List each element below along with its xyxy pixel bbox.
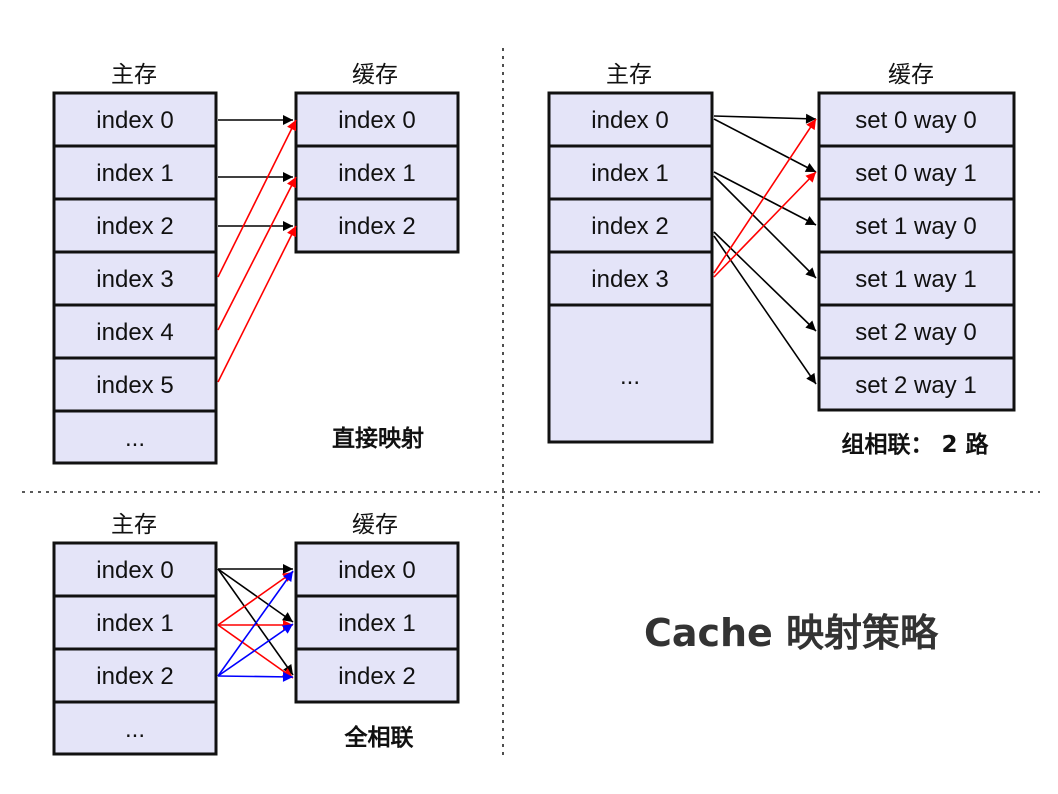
direct-cache-cell-label: index 2: [338, 213, 415, 240]
direct-main-cell-label: index 1: [96, 160, 173, 187]
set-cache-cell-label: set 1 way 0: [855, 213, 976, 240]
set-main-header: 主存: [606, 62, 652, 88]
cache-mapping-diagram: 主存 缓存 index 0 index 1 index 2 index 3 in…: [0, 0, 1058, 794]
direct-main-cell-label: ...: [125, 425, 145, 452]
set-associative-panel: 主存 缓存 index 0 index 1 index 2 index 3 ..…: [547, 62, 1016, 458]
direct-arrows: [217, 115, 297, 383]
direct-cache-cell-label: index 1: [338, 160, 415, 187]
mapping-arrow: [217, 571, 294, 626]
set-cache-cell-label: set 2 way 0: [855, 319, 976, 346]
mapping-arrow: [217, 624, 294, 679]
mapping-arrow: [713, 175, 817, 279]
set-main-cell-label: ...: [620, 363, 640, 390]
fully-cache-cell-label: index 2: [338, 663, 415, 690]
mapping-arrow: [713, 171, 817, 226]
mapping-arrow: [217, 568, 294, 623]
fully-main-cell-label: index 1: [96, 610, 173, 637]
direct-main-cell-label: index 5: [96, 372, 173, 399]
direct-cache-cell-label: index 0: [338, 107, 415, 134]
direct-mapping-label: 直接映射: [332, 425, 424, 452]
set-cache-cell-label: set 0 way 1: [855, 160, 976, 187]
direct-cache-column: index 0 index 1 index 2: [294, 91, 460, 254]
fully-cache-header: 缓存: [352, 512, 398, 538]
set-main-cell-label: index 0: [591, 107, 668, 134]
set-arrows: [713, 113, 817, 385]
set-cache-cell-label: set 2 way 1: [855, 372, 976, 399]
fully-cache-cell-label: index 1: [338, 610, 415, 637]
set-cache-header: 缓存: [888, 62, 934, 88]
set-associative-label: 组相联： 2 路: [841, 431, 989, 458]
fully-associative-label: 全相联: [344, 724, 414, 751]
direct-main-header: 主存: [111, 62, 157, 88]
diagram-title: Cache 映射策略: [644, 611, 939, 655]
direct-mapping-panel: 主存 缓存 index 0 index 1 index 2 index 3 in…: [52, 62, 460, 465]
set-cache-cell-label: set 1 way 1: [855, 266, 976, 293]
mapping-arrow: [713, 118, 817, 173]
direct-main-cell-label: index 4: [96, 319, 173, 346]
fully-associative-panel: 主存 缓存 index 0 index 1 index 2 ... index …: [52, 512, 460, 756]
fully-main-cell-label: index 0: [96, 557, 173, 584]
set-main-column: index 0 index 1 index 2 index 3 ...: [547, 91, 714, 444]
direct-cache-header: 缓存: [352, 62, 398, 88]
mapping-arrow: [217, 225, 297, 383]
set-main-cell-label: index 1: [591, 160, 668, 187]
fully-main-cell-label: index 2: [96, 663, 173, 690]
set-main-cell-label: index 2: [591, 213, 668, 240]
fully-main-header: 主存: [111, 512, 157, 538]
direct-main-cell-label: index 3: [96, 266, 173, 293]
fully-cache-cell-label: index 0: [338, 557, 415, 584]
fully-cache-column: index 0 index 1 index 2: [294, 541, 460, 704]
mapping-arrow: [217, 623, 294, 677]
set-cache-cell-label: set 0 way 0: [855, 107, 976, 134]
diagram-svg: 主存 缓存 index 0 index 1 index 2 index 3 in…: [22, 48, 1040, 760]
set-main-cell-label: index 3: [591, 266, 668, 293]
fully-arrows: [217, 564, 294, 682]
direct-main-cell-label: index 2: [96, 213, 173, 240]
direct-main-column: index 0 index 1 index 2 index 3 index 4 …: [52, 91, 218, 465]
set-cache-column: set 0 way 0 set 0 way 1 set 1 way 0 set …: [817, 91, 1016, 412]
mapping-arrow: [713, 171, 817, 278]
fully-main-column: index 0 index 1 index 2 ...: [52, 541, 218, 756]
mapping-arrow: [713, 118, 817, 274]
fully-main-cell-label: ...: [125, 716, 145, 743]
mapping-arrow: [713, 113, 817, 124]
mapping-arrow: [713, 235, 817, 385]
direct-main-cell-label: index 0: [96, 107, 173, 134]
mapping-arrow: [217, 671, 294, 682]
mapping-arrow: [713, 231, 817, 332]
